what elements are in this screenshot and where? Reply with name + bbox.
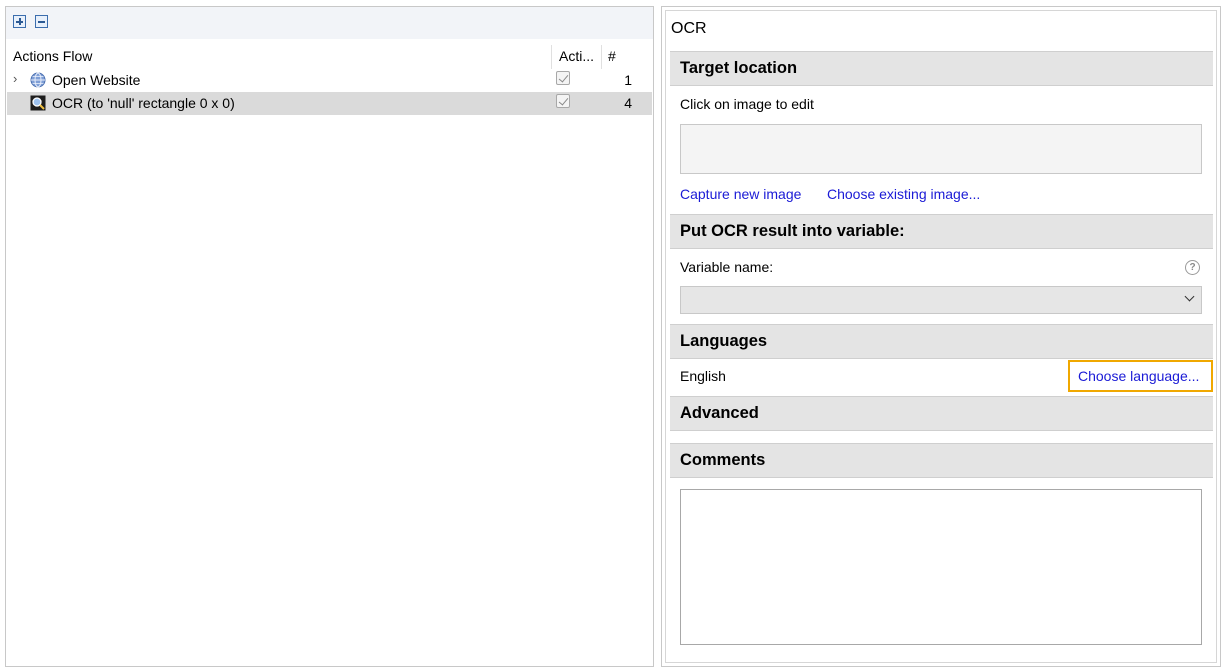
enabled-checkbox[interactable]: [556, 94, 570, 108]
section-comments[interactable]: Comments: [670, 443, 1213, 478]
choose-existing-image-link[interactable]: Choose existing image...: [827, 186, 980, 202]
tree-row-label: OCR (to 'null' rectangle 0 x 0): [52, 95, 235, 111]
section-ocr-variable[interactable]: Put OCR result into variable:: [670, 214, 1213, 249]
section-title: Target location: [680, 59, 798, 77]
section-title: Comments: [680, 451, 766, 469]
properties-panel: OCR Target location Click on image to ed…: [661, 6, 1221, 667]
section-title: Put OCR result into variable:: [680, 222, 905, 240]
choose-language-link[interactable]: Choose language...: [1068, 360, 1213, 392]
properties-content: OCR Target location Click on image to ed…: [665, 10, 1217, 663]
enabled-checkbox[interactable]: [556, 71, 570, 85]
collapse-all-icon[interactable]: [35, 15, 48, 28]
capture-new-image-link[interactable]: Capture new image: [680, 186, 801, 202]
chevron-down-icon: [1184, 291, 1195, 302]
tree-row-open-website[interactable]: › Open Website 1: [7, 69, 652, 92]
variable-name-select[interactable]: [680, 286, 1202, 314]
column-active[interactable]: Acti...: [559, 48, 594, 64]
expand-chevron-icon[interactable]: ›: [13, 71, 17, 86]
section-title: Advanced: [680, 404, 759, 422]
target-image-area[interactable]: [680, 124, 1202, 174]
image-edit-hint: Click on image to edit: [680, 96, 814, 112]
current-language: English: [680, 368, 726, 384]
section-title: Languages: [680, 332, 768, 350]
variable-name-label: Variable name:: [680, 259, 774, 275]
section-target-location[interactable]: Target location: [670, 51, 1213, 86]
actions-flow-panel: Actions Flow Acti... # › Open Website 1 …: [5, 6, 654, 667]
step-number: 1: [624, 72, 632, 88]
globe-icon: [30, 72, 46, 88]
section-languages[interactable]: Languages: [670, 324, 1213, 359]
panel-title: OCR: [671, 20, 707, 37]
help-icon[interactable]: ?: [1185, 260, 1200, 275]
tree-row-ocr[interactable]: OCR (to 'null' rectangle 0 x 0) 4: [7, 92, 652, 115]
step-number: 4: [624, 95, 632, 111]
tree-row-label: Open Website: [52, 72, 141, 88]
tree-toolbar: [6, 7, 653, 39]
choose-language-label: Choose language...: [1078, 368, 1200, 384]
ocr-magnifier-icon: [30, 95, 46, 111]
expand-all-icon[interactable]: [13, 15, 26, 28]
tree-column-header: Actions Flow Acti... #: [6, 45, 653, 69]
column-number[interactable]: #: [608, 48, 616, 64]
comments-textarea[interactable]: [680, 489, 1202, 645]
section-advanced[interactable]: Advanced: [670, 396, 1213, 431]
column-actions-flow[interactable]: Actions Flow: [13, 48, 92, 64]
